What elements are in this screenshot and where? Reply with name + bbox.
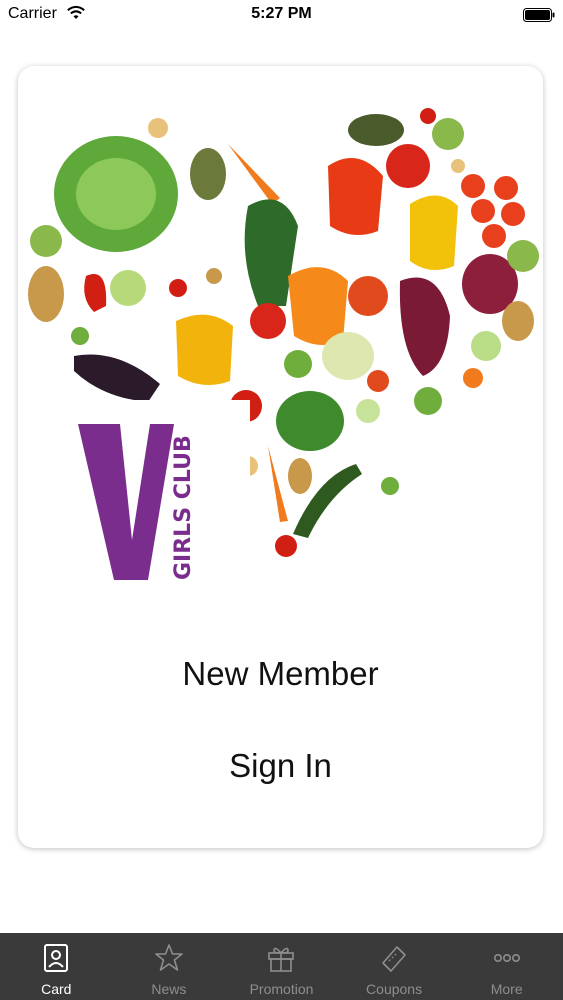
girls-club-logo: GIRLS CLUB <box>18 400 250 612</box>
tab-more[interactable]: More <box>450 933 563 1000</box>
tab-coupons[interactable]: Coupons <box>338 933 451 1000</box>
tab-label: Promotion <box>249 981 314 997</box>
battery-icon <box>523 8 555 22</box>
tab-promotion[interactable]: Promotion <box>225 933 338 1000</box>
sign-in-button[interactable]: Sign In <box>18 746 543 786</box>
star-icon <box>155 944 183 971</box>
tab-label: Card <box>41 981 72 997</box>
tab-card[interactable]: Card <box>0 933 113 1000</box>
membership-card: GIRLS CLUB New Member Sign In <box>18 66 543 848</box>
ticket-icon <box>382 946 406 972</box>
tab-news[interactable]: News <box>113 933 226 1000</box>
tab-label: More <box>490 981 523 997</box>
gift-icon <box>268 947 295 972</box>
status-bar: Carrier 5:27 PM <box>0 0 563 30</box>
logo-mark: GIRLS CLUB <box>78 424 196 580</box>
more-icon <box>493 954 520 963</box>
logo-text: GIRLS CLUB <box>171 435 196 580</box>
tab-label: News <box>151 981 187 997</box>
card-icon <box>44 944 69 972</box>
tab-label: Coupons <box>366 981 423 997</box>
clock: 5:27 PM <box>251 5 312 22</box>
tab-bar: Card News Promotion Coupons More <box>0 933 563 1000</box>
new-member-button[interactable]: New Member <box>18 654 543 694</box>
